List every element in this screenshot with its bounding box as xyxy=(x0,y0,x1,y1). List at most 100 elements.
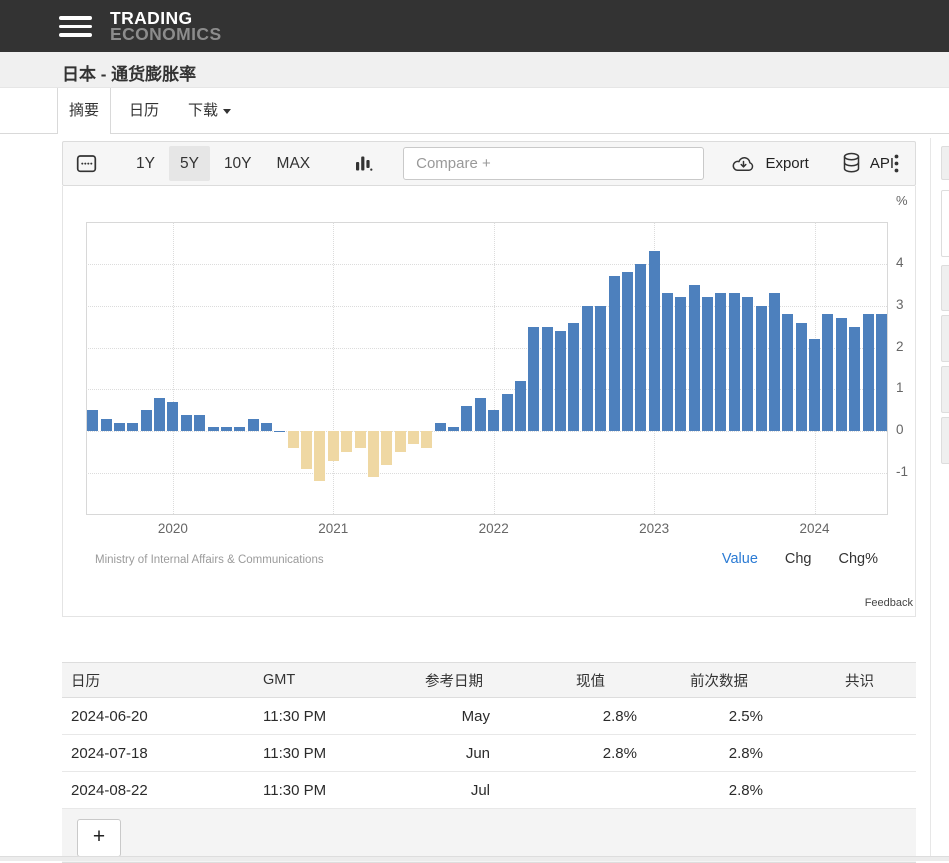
chart-bar-2021-03[interactable] xyxy=(355,431,366,448)
chart-bar-2022-07[interactable] xyxy=(568,323,579,432)
chart-bar-2024-01[interactable] xyxy=(809,339,820,431)
chart-type-icon[interactable] xyxy=(355,154,373,174)
chart-bar-2023-10[interactable] xyxy=(769,293,780,431)
table-column-header: GMT xyxy=(250,663,395,698)
gridline-v xyxy=(333,222,334,514)
chart-bar-2022-12[interactable] xyxy=(635,264,646,431)
range-button-10y[interactable]: 10Y xyxy=(213,146,263,181)
range-button-1y[interactable]: 1Y xyxy=(125,146,166,181)
chart-bar-2022-11[interactable] xyxy=(622,272,633,431)
export-button[interactable]: Export xyxy=(730,154,808,173)
table-cell: 2024-08-22 xyxy=(62,772,250,809)
chart-bar-2022-09[interactable] xyxy=(595,306,606,432)
table-cell xyxy=(786,698,916,735)
chart-bar-2019-11[interactable] xyxy=(141,410,152,431)
chart-bar-2024-06[interactable] xyxy=(876,314,887,431)
chart-bar-2021-06[interactable] xyxy=(395,431,406,452)
table-cell: 2024-07-18 xyxy=(62,735,250,772)
chart-bar-2023-11[interactable] xyxy=(782,314,793,431)
chart-bar-2021-11[interactable] xyxy=(461,406,472,431)
chart-bar-2019-12[interactable] xyxy=(154,398,165,432)
more-options-kebab-icon[interactable] xyxy=(894,154,899,173)
chart-bar-2023-04[interactable] xyxy=(689,285,700,432)
gridline-h xyxy=(86,389,887,390)
chart-bar-2022-05[interactable] xyxy=(542,327,553,432)
gridline-h xyxy=(86,431,887,432)
chart-bar-2020-09[interactable] xyxy=(274,431,285,432)
chart-bar-2019-07[interactable] xyxy=(87,410,98,431)
chart-bar-2024-05[interactable] xyxy=(863,314,874,431)
brand-logo[interactable]: TRADING ECONOMICS xyxy=(110,11,222,42)
feedback-link[interactable]: Feedback xyxy=(865,597,913,609)
chart-bar-2020-01[interactable] xyxy=(167,402,178,431)
chart-bar-2020-08[interactable] xyxy=(261,423,272,431)
legend-item-value[interactable]: Value xyxy=(722,551,758,567)
right-rail-card xyxy=(941,366,949,413)
chart-bar-2023-12[interactable] xyxy=(796,323,807,432)
chart-bar-2019-09[interactable] xyxy=(114,423,125,431)
chart-bar-2023-02[interactable] xyxy=(662,293,673,431)
tab-calendar[interactable]: 日历 xyxy=(118,88,170,133)
tab-summary[interactable]: 摘要 xyxy=(57,88,111,134)
chart-bar-2023-03[interactable] xyxy=(675,297,686,431)
chart-bar-2022-02[interactable] xyxy=(502,394,513,432)
chart-bar-2023-05[interactable] xyxy=(702,297,713,431)
chart-bar-2020-04[interactable] xyxy=(208,427,219,431)
table-row[interactable]: 2024-07-1811:30 PMJun2.8%2.8% xyxy=(62,735,916,772)
legend-item-chg[interactable]: Chg xyxy=(785,551,812,567)
chart-bar-2020-07[interactable] xyxy=(248,419,259,432)
chart-bar-2024-02[interactable] xyxy=(822,314,833,431)
chart-bar-2023-01[interactable] xyxy=(649,251,660,431)
table-column-header: 前次数据 xyxy=(653,663,786,698)
chart-bar-2024-04[interactable] xyxy=(849,327,860,432)
x-tick-label: 2021 xyxy=(318,521,348,536)
chart-bar-2022-01[interactable] xyxy=(488,410,499,431)
chart-bar-2020-12[interactable] xyxy=(314,431,325,481)
chart-bar-2023-09[interactable] xyxy=(756,306,767,432)
chart-bar-2022-10[interactable] xyxy=(609,276,620,431)
chart-bar-2020-06[interactable] xyxy=(234,427,245,431)
chart-bar-2022-04[interactable] xyxy=(528,327,539,432)
chart-bar-2023-07[interactable] xyxy=(729,293,740,431)
compare-input[interactable] xyxy=(403,147,704,180)
chart-bar-2020-03[interactable] xyxy=(194,415,205,432)
chart-bar-2022-03[interactable] xyxy=(515,381,526,431)
range-selector: 1Y5Y10YMAX xyxy=(125,146,321,181)
table-row[interactable]: 2024-06-2011:30 PMMay2.8%2.5% xyxy=(62,698,916,735)
right-rail-card xyxy=(941,315,949,362)
chart-bar-2020-05[interactable] xyxy=(221,427,232,431)
add-row-button[interactable]: + xyxy=(77,819,121,857)
table-row[interactable]: 2024-08-2211:30 PMJul2.8% xyxy=(62,772,916,809)
chart-bar-2020-10[interactable] xyxy=(288,431,299,448)
chart-bar-2024-03[interactable] xyxy=(836,318,847,431)
chart-bar-2023-06[interactable] xyxy=(715,293,726,431)
chart-bar-2019-08[interactable] xyxy=(101,419,112,432)
range-button-5y[interactable]: 5Y xyxy=(169,146,210,181)
table-cell: 2.8% xyxy=(653,772,786,809)
table-cell: Jun xyxy=(395,735,513,772)
range-button-max[interactable]: MAX xyxy=(266,146,322,181)
chart-bar-2022-06[interactable] xyxy=(555,331,566,432)
hamburger-menu-icon[interactable] xyxy=(59,16,92,37)
date-range-calendar-button[interactable] xyxy=(75,152,98,175)
chart-bar-2021-10[interactable] xyxy=(448,427,459,431)
title-bar: 日本 - 通货膨胀率 xyxy=(0,52,949,88)
chart-bar-2020-11[interactable] xyxy=(301,431,312,469)
chart-bar-2022-08[interactable] xyxy=(582,306,593,432)
chart-bar-2021-09[interactable] xyxy=(435,423,446,431)
chart-bar-2023-08[interactable] xyxy=(742,297,753,431)
chart-bar-2019-10[interactable] xyxy=(127,423,138,431)
legend-item-chgpct[interactable]: Chg% xyxy=(839,551,879,567)
api-button[interactable]: API xyxy=(842,152,894,175)
chart-bar-2021-05[interactable] xyxy=(381,431,392,465)
chart-bar-2021-02[interactable] xyxy=(341,431,352,452)
chart-bar-2021-07[interactable] xyxy=(408,431,419,444)
chart-bar-2021-04[interactable] xyxy=(368,431,379,477)
chart-bar-2021-08[interactable] xyxy=(421,431,432,448)
chart-toolbar: 1Y5Y10YMAX Export API xyxy=(62,141,916,186)
chart-bar-2021-01[interactable] xyxy=(328,431,339,460)
chart-bar-2020-02[interactable] xyxy=(181,415,192,432)
table-column-header: 日历 xyxy=(62,663,250,698)
chart-bar-2021-12[interactable] xyxy=(475,398,486,432)
tab-download[interactable]: 下载 xyxy=(177,88,242,133)
